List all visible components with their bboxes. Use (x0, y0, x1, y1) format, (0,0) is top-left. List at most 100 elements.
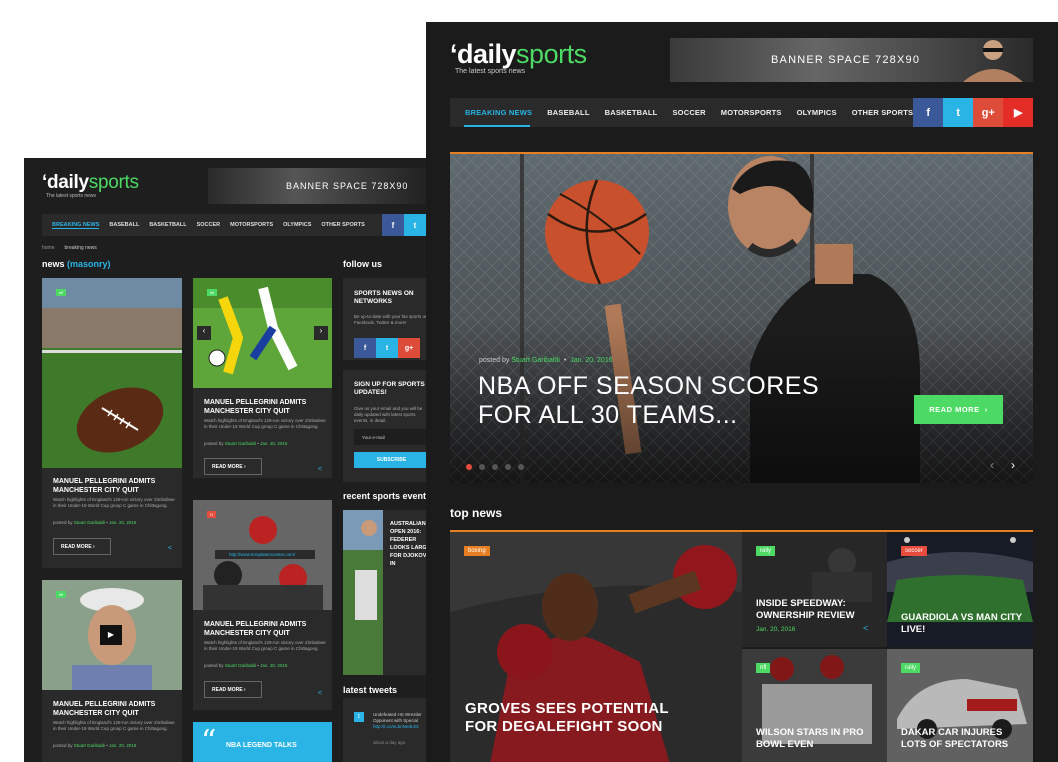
tile-title[interactable]: WILSON STARS IN PRO BOWL EVEN (756, 727, 881, 751)
meta-by: posted by (479, 357, 510, 364)
quote-title[interactable]: NBA LEGEND TALKS (226, 742, 297, 749)
share-icon[interactable]: < (318, 466, 322, 473)
tile-title[interactable]: GUARDIOLA VS MAN CITY LIVE! (901, 612, 1026, 636)
breadcrumb-home[interactable]: home (42, 245, 55, 251)
nav-breaking-news[interactable]: BREAKING NEWS (465, 108, 532, 117)
meta-author[interactable]: Stuart Garibaldi (511, 357, 560, 364)
back-nav-basketball[interactable]: BASKETBALL (149, 222, 186, 228)
read-more-label: READ MORE (212, 463, 243, 470)
nav-olympics[interactable]: OLYMPICS (797, 108, 837, 117)
news-title-text: news (42, 259, 65, 269)
event-title[interactable]: AUSTRALIAN OPEN 2016: FEDERER LOOKS LARG… (390, 520, 426, 568)
nav-soccer[interactable]: SOCCER (672, 108, 705, 117)
news-card[interactable]: nfl MANUEL PELLEGRINI ADMITS MANCHESTER … (42, 278, 182, 568)
tile-tag[interactable]: rally (756, 546, 776, 556)
card-title[interactable]: MANUEL PELLEGRINI ADMITS MANCHESTER CITY… (204, 398, 334, 416)
meta-author[interactable]: Stuart Garibaldi (74, 743, 105, 748)
slider-dot[interactable] (518, 464, 524, 470)
nav-motorsports[interactable]: MOTORSPORTS (721, 108, 782, 117)
card-excerpt: Watch highlights of England's 129-run vi… (53, 497, 175, 508)
recent-event-item[interactable]: AUSTRALIAN OPEN 2016: FEDERER LOOKS LARG… (343, 510, 426, 675)
tile-tag[interactable]: rally (901, 663, 921, 673)
youtube-icon[interactable]: ▶ (1003, 98, 1034, 127)
quote-card[interactable]: “ NBA LEGEND TALKS (193, 722, 332, 762)
top-news-title: top news (450, 506, 503, 520)
slider-prev-icon[interactable]: ‹ (990, 458, 994, 472)
card-link-overlay[interactable]: http://www.templatemonster.com/ (215, 550, 315, 559)
meta-author[interactable]: Stuart Garibaldi (225, 663, 256, 668)
twitter-icon[interactable]: t (376, 338, 398, 358)
meta-by: posted by (204, 663, 224, 668)
hero-slider[interactable]: posted by Stuart Garibaldi • Jan. 20, 20… (450, 152, 1033, 483)
read-more-button[interactable]: READ MORE › (204, 681, 262, 698)
nav-other-sports[interactable]: OTHER SPORTS (852, 108, 914, 117)
slider-dot[interactable] (466, 464, 472, 470)
facebook-icon[interactable]: f (382, 214, 404, 236)
tile-title[interactable]: GROVES SEES POTENTIAL FOR DEGALEFIGHT SO… (465, 700, 695, 736)
card-tag[interactable]: nfl (56, 289, 67, 296)
twitter-icon[interactable]: t (404, 214, 426, 236)
tweet-link[interactable]: http://t.co/eLbnNedLKk (373, 724, 419, 729)
read-more-button[interactable]: READ MORE › (204, 458, 262, 475)
tile-title[interactable]: INSIDE SPEEDWAY: OWNERSHIP REVIEW (756, 598, 876, 622)
hero-title[interactable]: NBA OFF SEASON SCORES FOR ALL 30 TEAMS..… (478, 372, 848, 430)
google-plus-icon[interactable]: g+ (398, 338, 420, 358)
tile-tag[interactable]: nfl (756, 663, 771, 673)
card-tag[interactable]: f1 (207, 511, 217, 518)
back-nav-baseball[interactable]: BASEBALL (109, 222, 139, 228)
share-icon[interactable]: < (168, 545, 172, 552)
event-image[interactable] (343, 510, 383, 675)
football-image[interactable] (42, 278, 182, 468)
news-card[interactable]: nfl ▶ MANUEL PELLEGRINI ADMITS MANCHESTE… (42, 580, 182, 762)
card-title[interactable]: MANUEL PELLEGRINI ADMITS MANCHESTER CITY… (53, 700, 183, 718)
top-news-tile[interactable]: boxing GROVES SEES POTENTIAL FOR DEGALEF… (450, 532, 742, 762)
read-more-button[interactable]: READ MORE › (53, 538, 111, 555)
tile-title[interactable]: DAKAR CAR INJURES LOTS OF SPECTATORS (901, 727, 1029, 751)
slider-next-icon[interactable]: › (1011, 458, 1015, 472)
nav-basketball[interactable]: BASKETBALL (605, 108, 658, 117)
back-logo[interactable]: ‘dailysports (42, 172, 139, 194)
card-tag[interactable]: nfl (56, 591, 67, 598)
back-nav-motorsports[interactable]: MOTORSPORTS (230, 222, 273, 228)
back-nav-soccer[interactable]: SOCCER (197, 222, 221, 228)
tile-tag[interactable]: soccer (901, 546, 927, 556)
meta-date: Jan. 20, 2016 (570, 357, 613, 364)
share-icon[interactable]: < (318, 690, 322, 697)
twitter-icon[interactable]: t (943, 98, 974, 127)
front-banner-ad[interactable]: BANNER SPACE 728X90 (670, 38, 1033, 82)
back-nav-breaking-news[interactable]: BREAKING NEWS (52, 222, 100, 229)
slider-dot[interactable] (479, 464, 485, 470)
top-news-tile[interactable]: soccer GUARDIOLA VS MAN CITY LIVE! (887, 532, 1033, 647)
subscribe-button[interactable]: SUBSCRIBE (354, 452, 426, 468)
facebook-icon[interactable]: f (913, 98, 944, 127)
tile-tag[interactable]: boxing (464, 546, 490, 556)
share-icon[interactable]: < (863, 623, 868, 633)
google-plus-icon[interactable]: g+ (973, 98, 1004, 127)
top-news-tile[interactable]: rally DAKAR CAR INJURES LOTS OF SPECTATO… (887, 649, 1033, 762)
banner-swimmer-image (963, 40, 1023, 82)
card-tag[interactable]: nfl (207, 289, 218, 296)
meta-author[interactable]: Stuart Garibaldi (225, 441, 256, 446)
back-banner-ad[interactable]: BANNER SPACE 728X90 (208, 168, 426, 204)
logo-quote: ‘ (450, 39, 458, 69)
slider-dot[interactable] (492, 464, 498, 470)
nav-baseball[interactable]: BASEBALL (547, 108, 589, 117)
play-icon[interactable]: ▶ (100, 625, 122, 645)
news-card[interactable]: f1 http://www.templatemonster.com/ MANUE… (193, 500, 332, 710)
news-card[interactable]: nfl ‹ › MANUEL PELLEGRINI ADMITS MANCHES… (193, 278, 332, 478)
meta-author[interactable]: Stuart Garibaldi (74, 520, 105, 525)
hero-read-more-button[interactable]: READ MORE › (914, 395, 1003, 424)
slider-next-icon[interactable]: › (314, 326, 328, 340)
slider-dot[interactable] (505, 464, 511, 470)
top-news-tile[interactable]: rally INSIDE SPEEDWAY: OWNERSHIP REVIEW … (742, 532, 887, 647)
top-news-grid: boxing GROVES SEES POTENTIAL FOR DEGALEF… (450, 530, 1033, 762)
card-title[interactable]: MANUEL PELLEGRINI ADMITS MANCHESTER CITY… (53, 477, 183, 495)
slider-prev-icon[interactable]: ‹ (197, 326, 211, 340)
back-nav-other-sports[interactable]: OTHER SPORTS (321, 222, 364, 228)
top-news-tile[interactable]: nfl WILSON STARS IN PRO BOWL EVEN (742, 649, 887, 762)
back-nav-olympics[interactable]: OLYMPICS (283, 222, 311, 228)
email-field[interactable]: Your e-mail (354, 429, 426, 445)
facebook-icon[interactable]: f (354, 338, 376, 358)
front-logo[interactable]: ‘dailysports (450, 39, 587, 70)
card-title[interactable]: MANUEL PELLEGRINI ADMITS MANCHESTER CITY… (204, 620, 334, 638)
